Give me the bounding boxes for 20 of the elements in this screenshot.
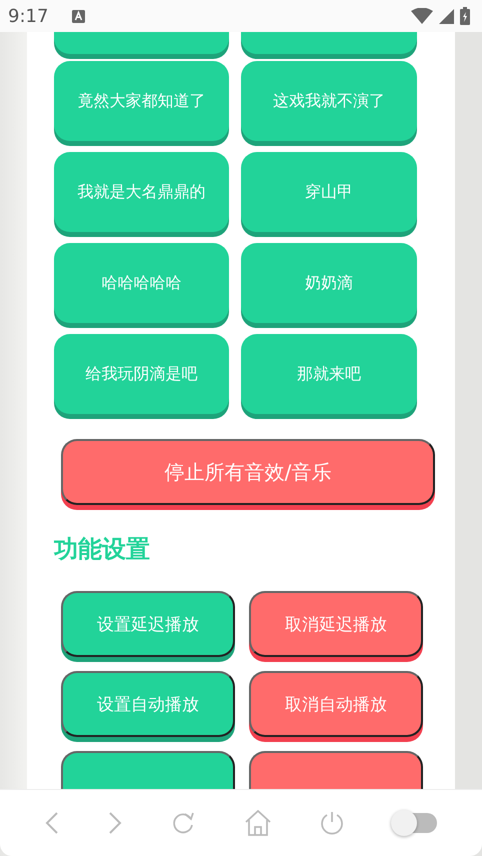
sound-button[interactable]: 我就是大名鼎鼎的 xyxy=(54,152,229,232)
back-icon[interactable] xyxy=(44,811,59,835)
battery-icon xyxy=(460,7,470,25)
signal-icon xyxy=(439,8,454,24)
sound-button[interactable]: 给我玩阴滴是吧 xyxy=(54,334,229,414)
sound-button[interactable]: 哈哈哈哈哈 xyxy=(54,243,229,323)
sound-button[interactable]: 奶奶滴 xyxy=(241,243,417,323)
forward-icon[interactable] xyxy=(108,811,122,835)
reload-icon[interactable] xyxy=(171,811,196,835)
sound-button[interactable]: 那就来吧 xyxy=(241,334,417,414)
sound-button[interactable]: 穿山甲 xyxy=(241,152,417,232)
home-icon[interactable] xyxy=(244,810,271,836)
power-icon[interactable] xyxy=(320,811,344,835)
notification-icon xyxy=(72,10,86,22)
status-time: 9:17 xyxy=(8,6,48,26)
section-title: 功能设置 xyxy=(54,534,151,565)
sound-button[interactable]: 竟然大家都知道了 xyxy=(54,61,229,141)
sound-button[interactable]: 这戏我就不演了 xyxy=(241,61,417,141)
wifi-icon xyxy=(411,8,433,24)
toggle-switch[interactable] xyxy=(393,813,438,833)
